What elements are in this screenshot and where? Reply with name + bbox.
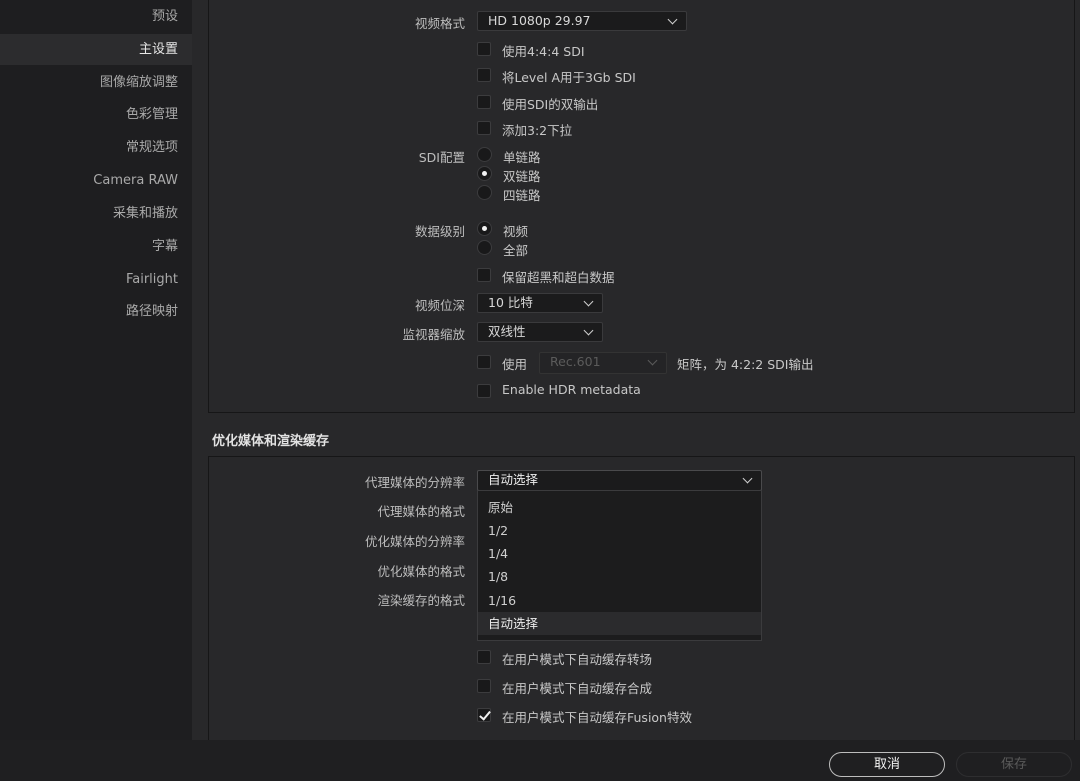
cache-transitions-label: 在用户模式下自动缓存转场 <box>502 652 653 667</box>
data-level-video-label: 视频 <box>503 224 529 239</box>
cache-composites-label: 在用户模式下自动缓存合成 <box>502 681 653 696</box>
monitor-scaling-value: 双线性 <box>488 324 526 339</box>
sdi-config-label: SDI配置 <box>418 150 465 165</box>
dropdown-option-quarter[interactable]: 1/4 <box>478 542 761 565</box>
sidebar-item-path-mapping[interactable]: 路径映射 <box>0 296 192 327</box>
data-level-video-radio[interactable] <box>477 221 492 236</box>
chevron-down-icon <box>647 355 658 366</box>
use-444-checkbox[interactable] <box>477 42 491 56</box>
sdi-quad-link-label: 四链路 <box>503 188 541 203</box>
use-444-label: 使用4:4:4 SDI <box>502 44 585 59</box>
sidebar-item-camera-raw[interactable]: Camera RAW <box>0 165 192 196</box>
sdi-dual-link-label: 双链路 <box>503 169 541 184</box>
sidebar-item-master-settings[interactable]: 主设置 <box>0 34 192 65</box>
dropdown-option-original[interactable]: 原始 <box>478 496 761 519</box>
sdi-dual-link-radio[interactable] <box>477 166 492 181</box>
proxy-format-label: 代理媒体的格式 <box>377 504 465 519</box>
dropdown-option-half[interactable]: 1/2 <box>478 519 761 542</box>
sidebar-item-image-scaling[interactable]: 图像缩放调整 <box>0 67 192 98</box>
data-level-label: 数据级别 <box>414 224 465 239</box>
cache-transitions-checkbox[interactable] <box>477 650 491 664</box>
hdr-metadata-checkbox[interactable] <box>477 384 491 398</box>
optimized-media-section-title: 优化媒体和渲染缓存 <box>212 434 330 449</box>
sidebar-item-fairlight[interactable]: Fairlight <box>0 264 192 295</box>
cache-composites-checkbox[interactable] <box>477 679 491 693</box>
chevron-down-icon <box>667 14 678 25</box>
chevron-down-icon <box>583 325 594 336</box>
retain-sub-super-label: 保留超黑和超白数据 <box>502 270 615 285</box>
cache-fusion-label: 在用户模式下自动缓存Fusion特效 <box>502 710 692 725</box>
sidebar-item-capture-playback[interactable]: 采集和播放 <box>0 198 192 229</box>
dialog-footer: 取消 保存 <box>0 740 1080 781</box>
settings-sidebar: 预设 主设置 图像缩放调整 色彩管理 常规选项 Camera RAW 采集和播放… <box>0 0 192 740</box>
sidebar-item-general-options[interactable]: 常规选项 <box>0 132 192 163</box>
sdi-single-link-label: 单链路 <box>503 150 541 165</box>
dropdown-option-eighth[interactable]: 1/8 <box>478 565 761 588</box>
checkmark-icon <box>479 708 491 721</box>
video-format-value: HD 1080p 29.97 <box>488 13 591 28</box>
dropdown-option-auto[interactable]: 自动选择 <box>478 612 761 635</box>
monitor-scaling-label: 监视器缩放 <box>402 327 465 342</box>
video-format-select[interactable]: HD 1080p 29.97 <box>477 11 687 31</box>
matrix-value: Rec.601 <box>550 354 601 369</box>
proxy-resolution-value: 自动选择 <box>488 472 539 487</box>
sidebar-item-color-management[interactable]: 色彩管理 <box>0 99 192 130</box>
proxy-resolution-label: 代理媒体的分辨率 <box>364 475 465 490</box>
save-button[interactable]: 保存 <box>956 752 1072 777</box>
use-matrix-label: 使用 <box>502 357 528 372</box>
matrix-select[interactable]: Rec.601 <box>539 352 667 374</box>
optimized-format-label: 优化媒体的格式 <box>377 564 465 579</box>
chevron-down-icon <box>742 473 753 484</box>
pulldown-label: 添加3:2下拉 <box>502 123 573 138</box>
data-level-full-label: 全部 <box>503 243 529 258</box>
level-a-checkbox[interactable] <box>477 68 491 82</box>
proxy-resolution-dropdown: 原始 1/2 1/4 1/8 1/16 自动选择 <box>477 490 762 641</box>
cancel-button[interactable]: 取消 <box>829 752 945 777</box>
sdi-quad-link-radio[interactable] <box>477 185 492 200</box>
bit-depth-select[interactable]: 10 比特 <box>477 293 603 313</box>
dual-output-checkbox[interactable] <box>477 95 491 109</box>
sidebar-item-subtitles[interactable]: 字幕 <box>0 231 192 262</box>
sdi-single-link-radio[interactable] <box>477 147 492 162</box>
dual-output-label: 使用SDI的双输出 <box>502 97 599 112</box>
cache-fusion-checkbox[interactable] <box>477 708 491 722</box>
chevron-down-icon <box>583 296 594 307</box>
bit-depth-label: 视频位深 <box>414 298 465 313</box>
bit-depth-value: 10 比特 <box>488 295 533 310</box>
proxy-resolution-select[interactable]: 自动选择 <box>477 470 762 491</box>
data-level-full-radio[interactable] <box>477 240 492 255</box>
matrix-suffix-label: 矩阵，为 4:2:2 SDI输出 <box>677 357 814 372</box>
video-format-label: 视频格式 <box>414 16 465 31</box>
sidebar-item-presets[interactable]: 预设 <box>0 1 192 32</box>
pulldown-checkbox[interactable] <box>477 121 491 135</box>
use-matrix-checkbox[interactable] <box>477 355 491 369</box>
retain-sub-super-checkbox[interactable] <box>477 268 491 282</box>
level-a-label: 将Level A用于3Gb SDI <box>502 70 636 85</box>
hdr-metadata-label: Enable HDR metadata <box>502 382 641 397</box>
optimized-resolution-label: 优化媒体的分辨率 <box>364 534 465 549</box>
monitor-scaling-select[interactable]: 双线性 <box>477 322 603 342</box>
dropdown-option-sixteenth[interactable]: 1/16 <box>478 589 761 612</box>
render-cache-format-label: 渲染缓存的格式 <box>377 593 465 608</box>
